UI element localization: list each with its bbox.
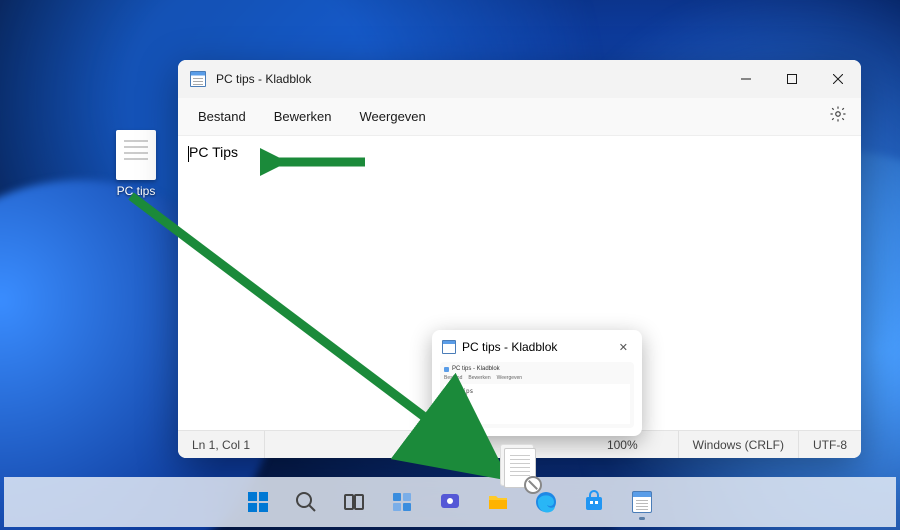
notepad-icon [190,71,206,87]
chat-button[interactable] [430,482,470,522]
search-button[interactable] [286,482,326,522]
notepad-icon [442,340,456,354]
desktop-file-label: PC tips [117,184,156,198]
taskbar-thumbnail-preview[interactable]: PC tips - Kladblok ✕ PC tips - Kladblok … [432,330,642,436]
minimize-button[interactable] [723,60,769,98]
settings-button[interactable] [823,99,853,134]
desktop[interactable]: PC tips PC tips - Kladblok Bestand Bewer… [0,0,900,530]
close-button[interactable] [815,60,861,98]
status-cursor-position: Ln 1, Col 1 [178,431,265,458]
menu-view[interactable]: Weergeven [348,103,438,130]
menubar: Bestand Bewerken Weergeven [178,98,861,136]
task-view-button[interactable] [334,482,374,522]
taskbar[interactable] [4,477,896,527]
menu-file[interactable]: Bestand [186,103,258,130]
titlebar[interactable]: PC tips - Kladblok [178,60,861,98]
text-file-icon [116,130,156,180]
start-button[interactable] [238,482,278,522]
editor-content: PC Tips [189,144,238,160]
menu-edit[interactable]: Bewerken [262,103,344,130]
notepad-taskbar-button[interactable] [622,482,662,522]
maximize-button[interactable] [769,60,815,98]
store-button[interactable] [574,482,614,522]
thumbnail-body: PC tips - Kladblok Bestand Bewerken Weer… [440,362,634,428]
no-drop-icon [524,476,542,494]
desktop-file-pc-tips[interactable]: PC tips [100,130,172,198]
thumbnail-close-button[interactable]: ✕ [615,341,632,354]
dragged-file-forbidden [504,448,542,494]
status-encoding: UTF-8 [799,431,861,458]
window-title: PC tips - Kladblok [216,72,311,86]
widgets-button[interactable] [382,482,422,522]
thumbnail-title: PC tips - Kladblok [462,340,557,354]
status-line-ending: Windows (CRLF) [679,431,799,458]
